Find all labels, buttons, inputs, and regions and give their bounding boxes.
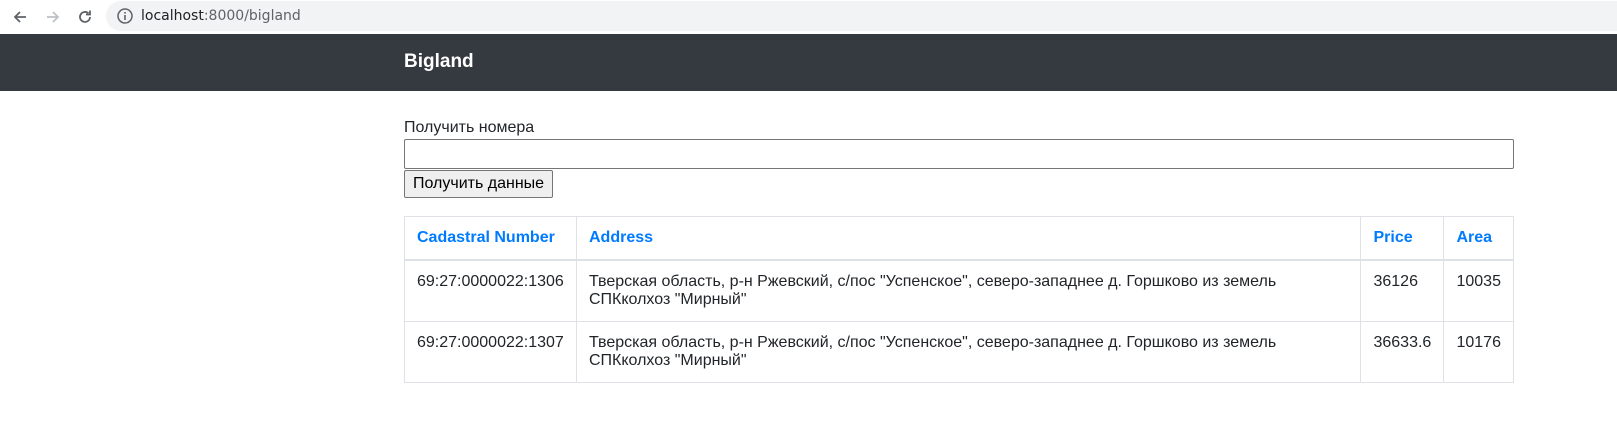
numbers-label: Получить номера <box>404 119 535 136</box>
cell-address: Тверская область, р-н Ржевский, с/пос "У… <box>575 321 1362 383</box>
header-cadastral-number[interactable]: Cadastral Number <box>404 216 577 261</box>
header-price[interactable]: Price <box>1360 216 1445 261</box>
table-row: 69:27:0000022:1307 Тверская область, р-н… <box>404 321 1514 383</box>
brand-link[interactable]: Bigland <box>404 51 474 73</box>
cell-price: 36126 <box>1360 259 1445 322</box>
browser-toolbar: localhost:8000/bigland <box>0 0 1617 34</box>
reload-icon[interactable] <box>73 5 97 29</box>
cell-address: Тверская область, р-н Ржевский, с/пос "У… <box>575 259 1362 322</box>
header-area[interactable]: Area <box>1443 216 1514 261</box>
cell-area: 10176 <box>1443 321 1514 383</box>
cell-cadastral-number: 69:27:0000022:1307 <box>404 321 577 383</box>
url-path: :8000/bigland <box>203 8 301 24</box>
header-address[interactable]: Address <box>575 216 1362 261</box>
back-arrow-icon[interactable] <box>8 5 32 29</box>
cell-area: 10035 <box>1443 259 1514 322</box>
url-text: localhost:8000/bigland <box>141 7 301 25</box>
site-navbar: Bigland <box>0 34 1617 91</box>
url-host: localhost <box>141 8 204 24</box>
forward-arrow-icon[interactable] <box>41 5 65 29</box>
table-header-row: Cadastral Number Address Price Area <box>404 216 1514 261</box>
numbers-input[interactable] <box>404 139 1514 169</box>
cell-price: 36633.6 <box>1360 321 1445 383</box>
info-icon[interactable] <box>116 7 134 25</box>
table-row: 69:27:0000022:1306 Тверская область, р-н… <box>404 259 1514 322</box>
results-table: Cadastral Number Address Price Area 69:2… <box>404 216 1514 383</box>
cell-cadastral-number: 69:27:0000022:1306 <box>404 259 577 322</box>
get-data-button[interactable]: Получить данные <box>404 170 554 198</box>
address-bar[interactable]: localhost:8000/bigland <box>106 1 1617 31</box>
